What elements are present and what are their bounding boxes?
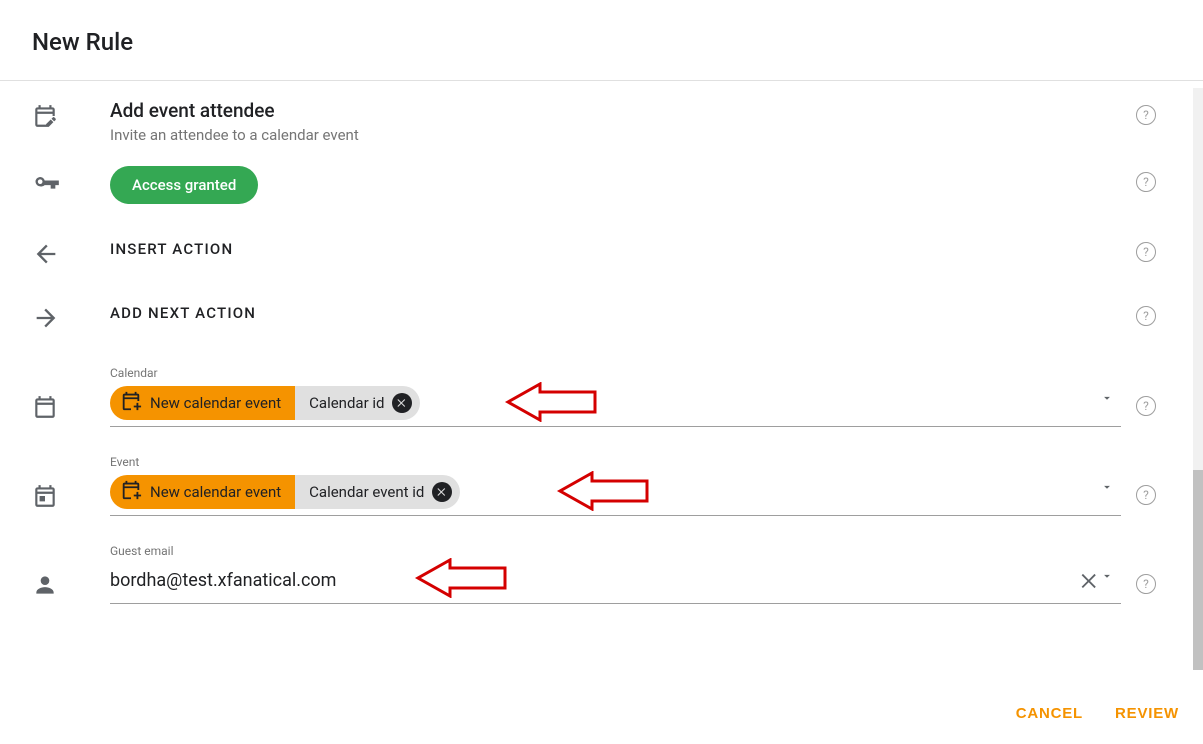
action-title: Add event attendee [110,99,1121,122]
calendar-input[interactable]: New calendar event Calendar id [110,386,1121,427]
event-field-row: Event New calendar event Calendar event … [0,427,1203,516]
scrollbar-thumb[interactable] [1193,470,1203,670]
help-icon[interactable]: ? [1136,306,1156,326]
calendar-add-icon [120,390,142,416]
chevron-down-icon[interactable] [1097,388,1117,408]
review-button[interactable]: REVIEW [1115,705,1179,722]
dialog-content: Add event attendee Invite an attendee to… [0,81,1203,685]
chip-remove-icon[interactable] [432,482,452,502]
calendar-chip[interactable]: New calendar event Calendar id [110,386,420,420]
guest-email-value: bordha@test.xfanatical.com [110,566,1079,595]
add-next-action-label: ADD NEXT ACTION [110,300,1121,322]
action-subtitle: Invite an attendee to a calendar event [110,126,1121,144]
guest-email-label: Guest email [110,544,1121,558]
guest-email-row: Guest email bordha@test.xfanatical.com ? [0,516,1203,604]
help-icon[interactable]: ? [1136,242,1156,262]
calendar-edit-icon [32,99,110,129]
chip-value-label: Calendar event id [309,483,424,501]
calendar-add-icon [120,479,142,505]
add-next-action-row[interactable]: ADD NEXT ACTION ? [0,278,1203,342]
dialog-actions: CANCEL REVIEW [0,689,1203,744]
chip-remove-icon[interactable] [392,393,412,413]
chevron-down-icon[interactable] [1097,566,1117,586]
person-icon [32,544,110,598]
chevron-down-icon[interactable] [1097,477,1117,497]
arrow-right-icon [32,300,110,332]
chip-source-label: New calendar event [150,394,281,412]
calendar-icon [32,366,110,420]
access-row: Access granted ? [0,144,1203,214]
insert-action-row[interactable]: INSERT ACTION ? [0,214,1203,278]
scrollbar-track[interactable] [1193,88,1203,670]
help-icon[interactable]: ? [1136,574,1156,594]
event-chip[interactable]: New calendar event Calendar event id [110,475,460,509]
calendar-label: Calendar [110,366,1121,380]
insert-action-label: INSERT ACTION [110,236,1121,258]
chip-source-label: New calendar event [150,483,281,501]
event-input[interactable]: New calendar event Calendar event id [110,475,1121,516]
chip-value-label: Calendar id [309,394,384,412]
help-icon[interactable]: ? [1136,105,1156,125]
help-icon[interactable]: ? [1136,396,1156,416]
arrow-left-icon [32,236,110,268]
help-icon[interactable]: ? [1136,485,1156,505]
access-granted-badge[interactable]: Access granted [110,166,258,204]
guest-email-input[interactable]: bordha@test.xfanatical.com [110,564,1121,604]
key-icon [32,166,110,198]
event-label: Event [110,455,1121,469]
dialog-title: New Rule [0,0,1203,81]
new-rule-dialog: New Rule Add event attendee Invite an at… [0,0,1203,744]
help-icon[interactable]: ? [1136,172,1156,192]
action-header-row: Add event attendee Invite an attendee to… [0,81,1203,144]
calendar-field-row: Calendar New calendar event Calendar id [0,342,1203,427]
calendar-event-icon [32,455,110,509]
cancel-button[interactable]: CANCEL [1016,705,1083,722]
